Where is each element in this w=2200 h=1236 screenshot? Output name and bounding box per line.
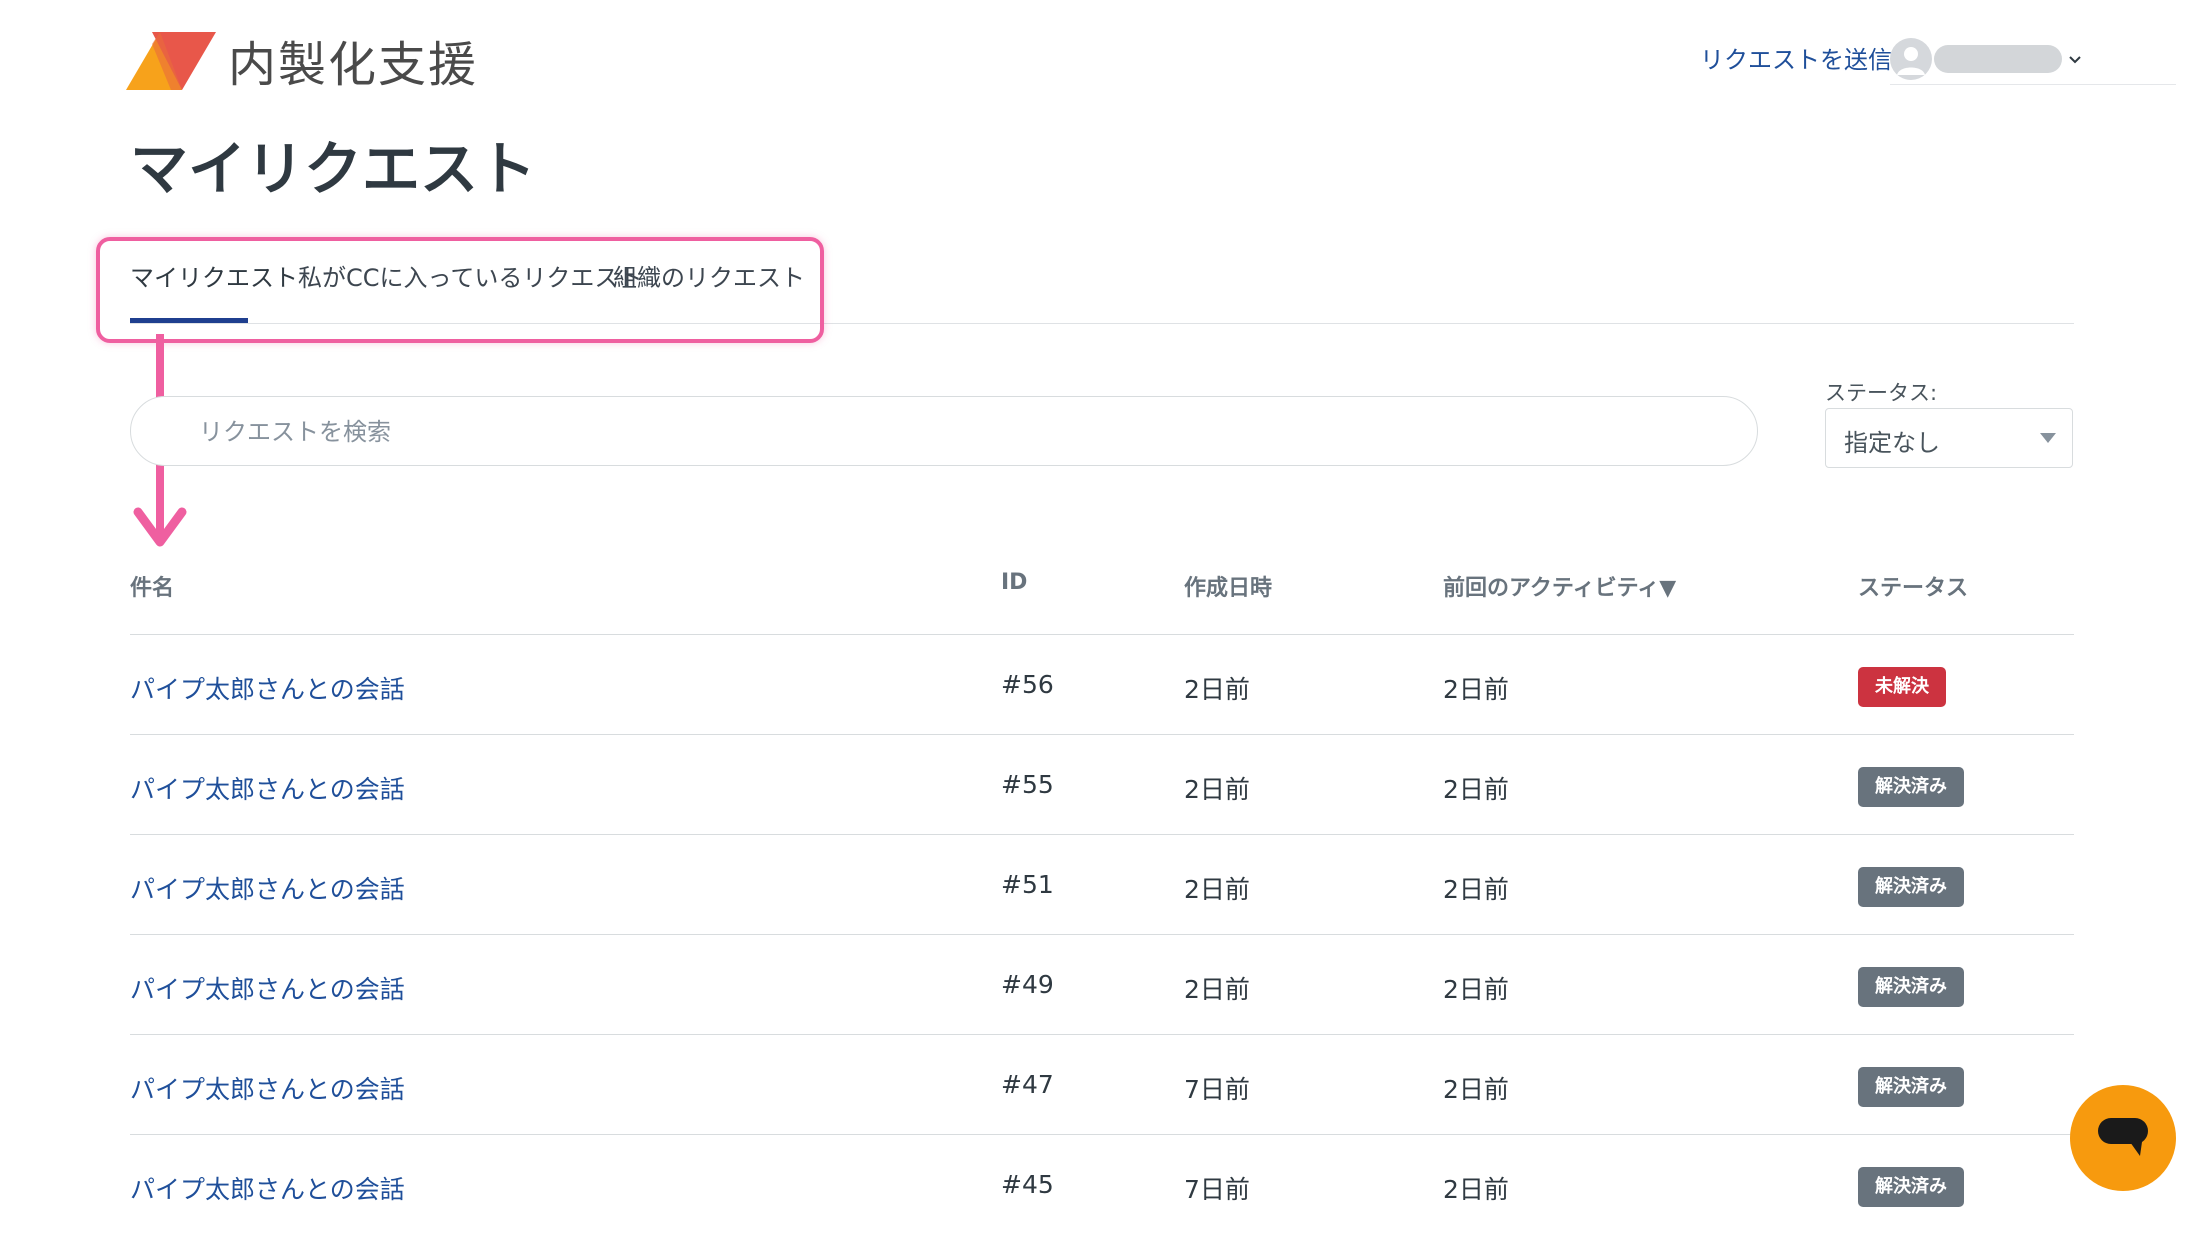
status-badge: 解決済み (1858, 1167, 1964, 1207)
table-header-divider (130, 634, 2074, 635)
status-filter-value: 指定なし (1844, 429, 1940, 457)
row-divider (130, 734, 2074, 735)
request-subject-link[interactable]: パイプ太郎さんとの会話 (130, 1070, 405, 1106)
header-divider (1890, 84, 2176, 85)
column-header-created[interactable]: 作成日時 (1184, 570, 1272, 602)
request-last-activity: 2日前 (1443, 1075, 1509, 1104)
user-menu[interactable] (1890, 38, 2084, 80)
request-id: #45 (1001, 1170, 1054, 1199)
request-id: #49 (1001, 970, 1054, 999)
request-subject-link[interactable]: パイプ太郎さんとの会話 (130, 970, 405, 1006)
column-header-id[interactable]: ID (1001, 570, 1027, 595)
request-last-activity: 2日前 (1443, 975, 1509, 1004)
request-id: #47 (1001, 1070, 1054, 1099)
request-created: 2日前 (1184, 675, 1250, 704)
chat-bubble-icon (2098, 1118, 2148, 1156)
request-created: 7日前 (1184, 1175, 1250, 1204)
request-id: #56 (1001, 670, 1054, 699)
request-last-activity: 2日前 (1443, 675, 1509, 704)
logo-text: 内製化支援 (228, 37, 479, 93)
table-row: パイプ太郎さんとの会話 #51 2日前 2日前 解決済み (0, 836, 2200, 936)
request-subject-link[interactable]: パイプ太郎さんとの会話 (130, 870, 405, 906)
request-created: 2日前 (1184, 975, 1250, 1004)
chat-widget-button[interactable] (2070, 1085, 2176, 1191)
brand-logo[interactable]: 内製化支援 (126, 30, 478, 93)
status-badge: 解決済み (1858, 967, 1964, 1007)
request-created: 2日前 (1184, 875, 1250, 904)
chevron-down-icon[interactable] (2066, 50, 2084, 68)
request-subject-link[interactable]: パイプ太郎さんとの会話 (130, 770, 405, 806)
status-filter-select[interactable]: 指定なし (1825, 408, 2073, 468)
table-row: パイプ太郎さんとの会話 #56 2日前 2日前 未解決 (0, 636, 2200, 736)
user-name-redacted (1934, 45, 2062, 73)
search-box (130, 396, 1758, 467)
column-header-last-activity[interactable]: 前回のアクティビティ▼ (1443, 570, 1676, 602)
request-last-activity: 2日前 (1443, 875, 1509, 904)
request-subject-link[interactable]: パイプ太郎さんとの会話 (130, 1170, 405, 1206)
request-id: #55 (1001, 770, 1054, 799)
caret-down-icon (2040, 433, 2056, 443)
status-badge: 未解決 (1858, 667, 1946, 707)
row-divider (130, 934, 2074, 935)
row-divider (130, 834, 2074, 835)
table-row: パイプ太郎さんとの会話 #49 2日前 2日前 解決済み (0, 936, 2200, 1036)
column-header-subject[interactable]: 件名 (130, 570, 174, 602)
request-subject-link[interactable]: パイプ太郎さんとの会話 (130, 670, 405, 706)
logo-mark-icon (126, 32, 216, 90)
table-row: パイプ太郎さんとの会話 #47 7日前 2日前 解決済み (0, 1036, 2200, 1136)
status-badge: 解決済み (1858, 867, 1964, 907)
column-header-status[interactable]: ステータス (1858, 570, 1968, 602)
user-avatar-icon (1897, 47, 1925, 75)
request-created: 2日前 (1184, 775, 1250, 804)
row-divider (130, 1034, 2074, 1035)
table-row: パイプ太郎さんとの会話 #55 2日前 2日前 解決済み (0, 736, 2200, 836)
status-badge: 解決済み (1858, 1067, 1964, 1107)
avatar[interactable] (1890, 38, 1932, 80)
annotation-highlight-box (96, 237, 824, 343)
request-created: 7日前 (1184, 1075, 1250, 1104)
submit-request-link[interactable]: リクエストを送信 (1700, 40, 1892, 75)
row-divider (130, 1134, 2074, 1135)
request-last-activity: 2日前 (1443, 775, 1509, 804)
status-badge: 解決済み (1858, 767, 1964, 807)
request-id: #51 (1001, 870, 1054, 899)
page-title: マイリクエスト (130, 135, 537, 203)
status-filter-label: ステータス: (1825, 381, 1938, 405)
table-row: パイプ太郎さんとの会話 #45 7日前 2日前 解決済み (0, 1136, 2200, 1236)
search-input[interactable] (197, 397, 1701, 467)
request-last-activity: 2日前 (1443, 1175, 1509, 1204)
